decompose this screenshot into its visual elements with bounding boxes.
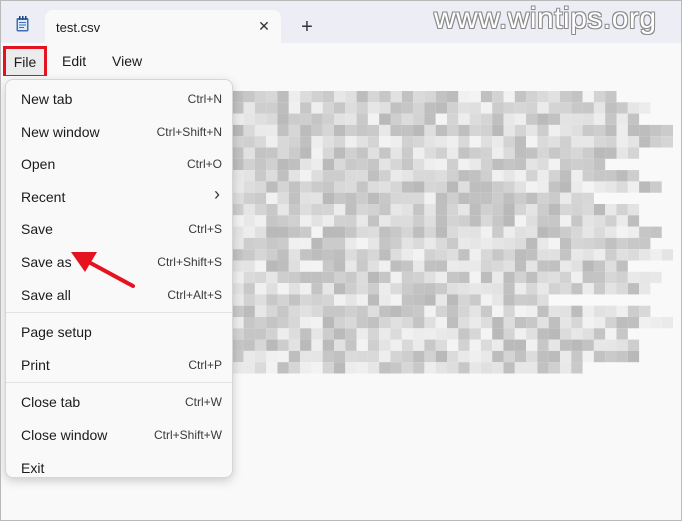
menu-file[interactable]: File	[3, 46, 47, 78]
menu-item-label: Page setup	[21, 324, 92, 341]
menu-item-label: Save all	[21, 286, 71, 303]
menu-item-print[interactable]: Print Ctrl+P	[10, 348, 228, 380]
menu-item-new-tab[interactable]: New tab Ctrl+N	[10, 82, 228, 114]
menu-bar: File Edit View	[1, 43, 681, 78]
menu-item-recent[interactable]: Recent ›	[10, 180, 228, 212]
plus-icon[interactable]: +	[296, 16, 318, 38]
tab-test-csv[interactable]: test.csv ✕	[45, 10, 281, 43]
menu-item-new-window[interactable]: New window Ctrl+Shift+N	[10, 115, 228, 147]
menu-item-exit[interactable]: Exit	[10, 451, 228, 483]
menu-separator	[6, 312, 232, 314]
menu-item-shortcut: Ctrl+Alt+S	[167, 287, 222, 302]
menu-item-save[interactable]: Save Ctrl+S	[10, 212, 228, 244]
close-icon[interactable]: ✕	[254, 16, 274, 36]
watermark: www.wintips.org	[434, 2, 657, 35]
menu-item-shortcut: Ctrl+Shift+N	[156, 124, 222, 139]
tab-title: test.csv	[56, 20, 101, 35]
menu-edit[interactable]: Edit	[53, 48, 95, 74]
menu-item-label: Recent	[21, 188, 66, 205]
menu-item-label: Print	[21, 356, 50, 373]
menu-item-label: Save	[21, 221, 53, 238]
menu-item-close-tab[interactable]: Close tab Ctrl+W	[10, 385, 228, 417]
menu-item-shortcut: Ctrl+Shift+S	[157, 255, 222, 269]
menu-item-page-setup[interactable]: Page setup	[10, 315, 228, 347]
chevron-right-icon: ›	[214, 183, 220, 204]
menu-item-shortcut: Ctrl+W	[185, 395, 222, 410]
menu-item-label: New tab	[21, 91, 73, 107]
menu-item-shortcut: Ctrl+N	[187, 92, 222, 106]
menu-item-shortcut: Ctrl+S	[188, 222, 222, 237]
menu-separator	[6, 382, 232, 384]
menu-item-close-window[interactable]: Close window Ctrl+Shift+W	[10, 418, 228, 450]
menu-view[interactable]: View	[103, 48, 151, 74]
menu-item-label: Close window	[21, 427, 108, 443]
red-pointer-arrow-icon	[71, 252, 135, 288]
menu-item-label: Open	[21, 156, 56, 173]
menu-item-label: Exit	[21, 459, 45, 476]
blurred-text-content	[221, 91, 673, 374]
menu-item-label: Save as	[21, 254, 72, 270]
notepad-window: test.csv ✕ + www.wintips.org File Edit V…	[0, 0, 682, 521]
menu-item-shortcut: Ctrl+O	[186, 157, 222, 172]
menu-item-shortcut: Ctrl+Shift+W	[153, 428, 222, 442]
tab-strip: test.csv ✕ + www.wintips.org	[1, 1, 681, 43]
menu-item-label: New window	[21, 123, 100, 140]
menu-item-shortcut: Ctrl+P	[188, 357, 222, 372]
menu-item-open[interactable]: Open Ctrl+O	[10, 147, 228, 179]
notepad-icon	[16, 16, 29, 32]
menu-item-label: Close tab	[21, 394, 81, 411]
